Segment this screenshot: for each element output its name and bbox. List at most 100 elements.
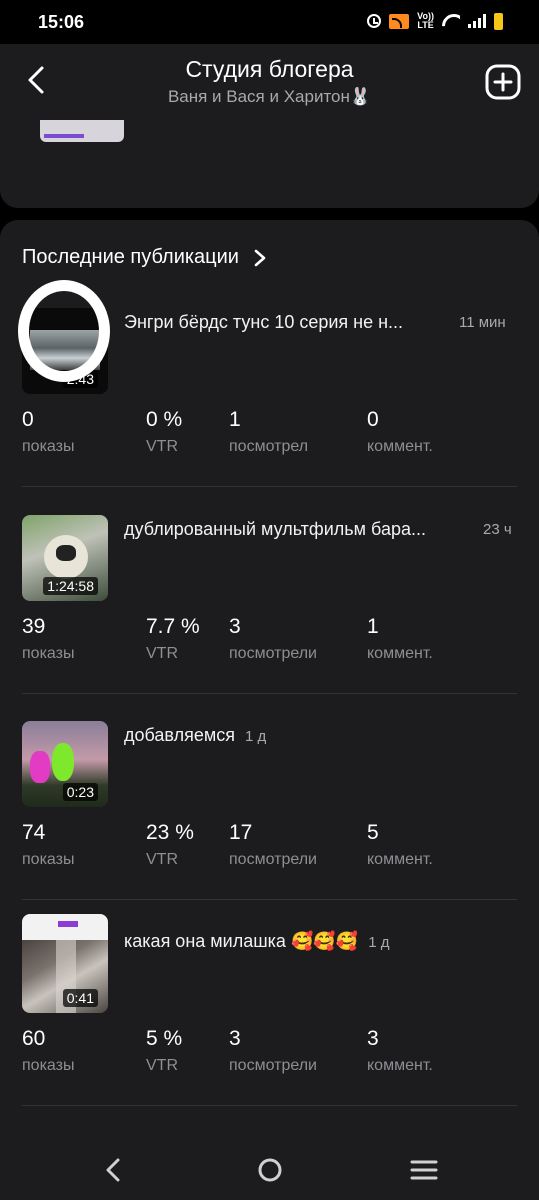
publication-age: 23 ч (483, 521, 512, 538)
stat-comments: 0 коммент. (367, 408, 433, 456)
stat-value: 23 % (146, 821, 194, 844)
stat-comments: 5 коммент. (367, 821, 433, 869)
system-nav-bar (0, 1140, 539, 1200)
volte-bottom-label: LTE (417, 20, 434, 30)
section-title: Последние публикации (22, 246, 239, 268)
wifi-icon (442, 14, 460, 28)
stat-value: 0 (22, 408, 34, 431)
previous-section-card (0, 110, 539, 208)
video-thumbnail[interactable]: 1:24:58 (22, 515, 108, 601)
stat-comments: 3 коммент. (367, 1027, 433, 1075)
nav-menu-icon (410, 1160, 438, 1180)
nav-back-button[interactable] (98, 1154, 130, 1186)
stat-views: 74 показы (22, 821, 74, 869)
stat-label: показы (22, 438, 75, 455)
signal-icon (468, 14, 486, 28)
stat-views: 0 показы (22, 408, 74, 456)
page-title: Студия блогера (185, 56, 354, 82)
divider (22, 1105, 517, 1106)
stat-value: 3 (367, 1027, 379, 1050)
stat-label: VTR (146, 645, 178, 662)
screen: 15:06 Vo)) LTE Студия блогера Ваня и Вас… (0, 0, 539, 1200)
plus-square-icon (485, 64, 521, 100)
recent-publications-header[interactable]: Последние публикации (22, 246, 267, 269)
stat-label: коммент. (367, 1057, 433, 1074)
stat-viewers: 3 посмотрели (229, 615, 317, 663)
stat-label: посмотрели (229, 1057, 317, 1074)
title-block: Студия блогера Ваня и Вася и Харитон🐰 (0, 56, 539, 107)
next-video-thumbnail[interactable] (22, 914, 108, 940)
stat-label: коммент. (367, 645, 433, 662)
stat-value: 0 (367, 408, 379, 431)
nav-back-icon (106, 1158, 120, 1182)
stat-vtr: 5 % VTR (146, 1027, 182, 1075)
stat-value: 74 (22, 821, 46, 844)
battery-icon (494, 12, 503, 30)
oval-annotation (18, 280, 110, 382)
status-icons: Vo)) LTE (367, 12, 503, 30)
stat-label: коммент. (367, 438, 433, 455)
stat-views: 39 показы (22, 615, 74, 663)
stat-value: 1 (229, 408, 241, 431)
publication-title-text: какая она милашка 🥰🥰🥰 (124, 931, 359, 951)
volte-icon: Vo)) LTE (417, 12, 434, 30)
stat-value: 60 (22, 1027, 46, 1050)
publication-title: какая она милашка 🥰🥰🥰 1 д (124, 931, 389, 952)
add-publication-button[interactable] (485, 64, 521, 100)
publication-item[interactable]: 0:23 добавляемся 1 д 74 показы 23 % VTR 1… (0, 721, 539, 927)
publication-item[interactable]: 0:41 какая она милашка 🥰🥰🥰 1 д 60 показы … (0, 927, 539, 1133)
stat-value: 3 (229, 1027, 241, 1050)
stat-label: посмотрели (229, 645, 317, 662)
stat-label: VTR (146, 851, 178, 868)
screen-cast-icon (389, 13, 410, 29)
chevron-right-icon (254, 249, 266, 266)
stat-value: 0 % (146, 408, 183, 431)
stat-label: VTR (146, 438, 178, 455)
publication-age: 11 мин (459, 314, 506, 331)
alarm-icon (367, 14, 382, 28)
stat-viewers: 3 посмотрели (229, 1027, 317, 1075)
stat-views: 60 показы (22, 1027, 74, 1075)
stat-value: 5 % (146, 1027, 183, 1050)
status-bar: 15:06 Vo)) LTE (0, 0, 539, 44)
stat-value: 1 (367, 615, 379, 638)
publication-title: дублированный мультфильм бара... (124, 519, 426, 539)
stat-value: 5 (367, 821, 379, 844)
video-thumbnail[interactable]: 0:23 (22, 721, 108, 807)
previous-video-thumbnail[interactable] (40, 120, 124, 142)
stat-viewers: 1 посмотрел (229, 408, 308, 456)
nav-home-button[interactable] (254, 1154, 286, 1186)
video-duration: 0:41 (62, 989, 98, 1007)
publication-age: 1 д (368, 934, 390, 951)
publication-age: 1 д (244, 728, 267, 745)
stat-value: 17 (229, 821, 253, 844)
stat-vtr: 0 % VTR (146, 408, 182, 456)
stat-label: показы (22, 1057, 75, 1074)
stat-viewers: 17 посмотрели (229, 821, 317, 869)
video-duration: 1:24:58 (43, 577, 98, 595)
stat-value: 39 (22, 615, 46, 638)
stat-vtr: 7.7 % VTR (146, 615, 200, 663)
publication-title-text: добавляемся (124, 725, 235, 745)
stat-value: 3 (229, 615, 241, 638)
publication-title: Энгри бёрдс тунс 10 серия не н... (124, 312, 404, 332)
nav-menu-button[interactable] (408, 1154, 440, 1186)
divider (22, 486, 517, 487)
divider (22, 693, 517, 694)
publication-title: добавляемся 1 д (124, 725, 266, 746)
video-duration: 0:23 (62, 783, 98, 801)
stat-vtr: 23 % VTR (146, 821, 194, 869)
divider (22, 899, 517, 900)
stat-value: 7.7 % (146, 615, 200, 638)
stat-label: показы (22, 851, 75, 868)
publication-item[interactable]: 1:24:58 дублированный мультфильм бара...… (0, 515, 539, 721)
stat-comments: 1 коммент. (367, 615, 433, 663)
page-subtitle: Ваня и Вася и Харитон🐰 (167, 87, 372, 106)
status-time: 15:06 (38, 12, 85, 32)
stat-label: VTR (146, 1057, 178, 1074)
stat-label: показы (22, 645, 75, 662)
stat-label: посмотрели (229, 851, 317, 868)
thumbnail-image (30, 751, 50, 783)
stat-label: коммент. (367, 851, 433, 868)
stat-label: посмотрел (229, 438, 309, 455)
